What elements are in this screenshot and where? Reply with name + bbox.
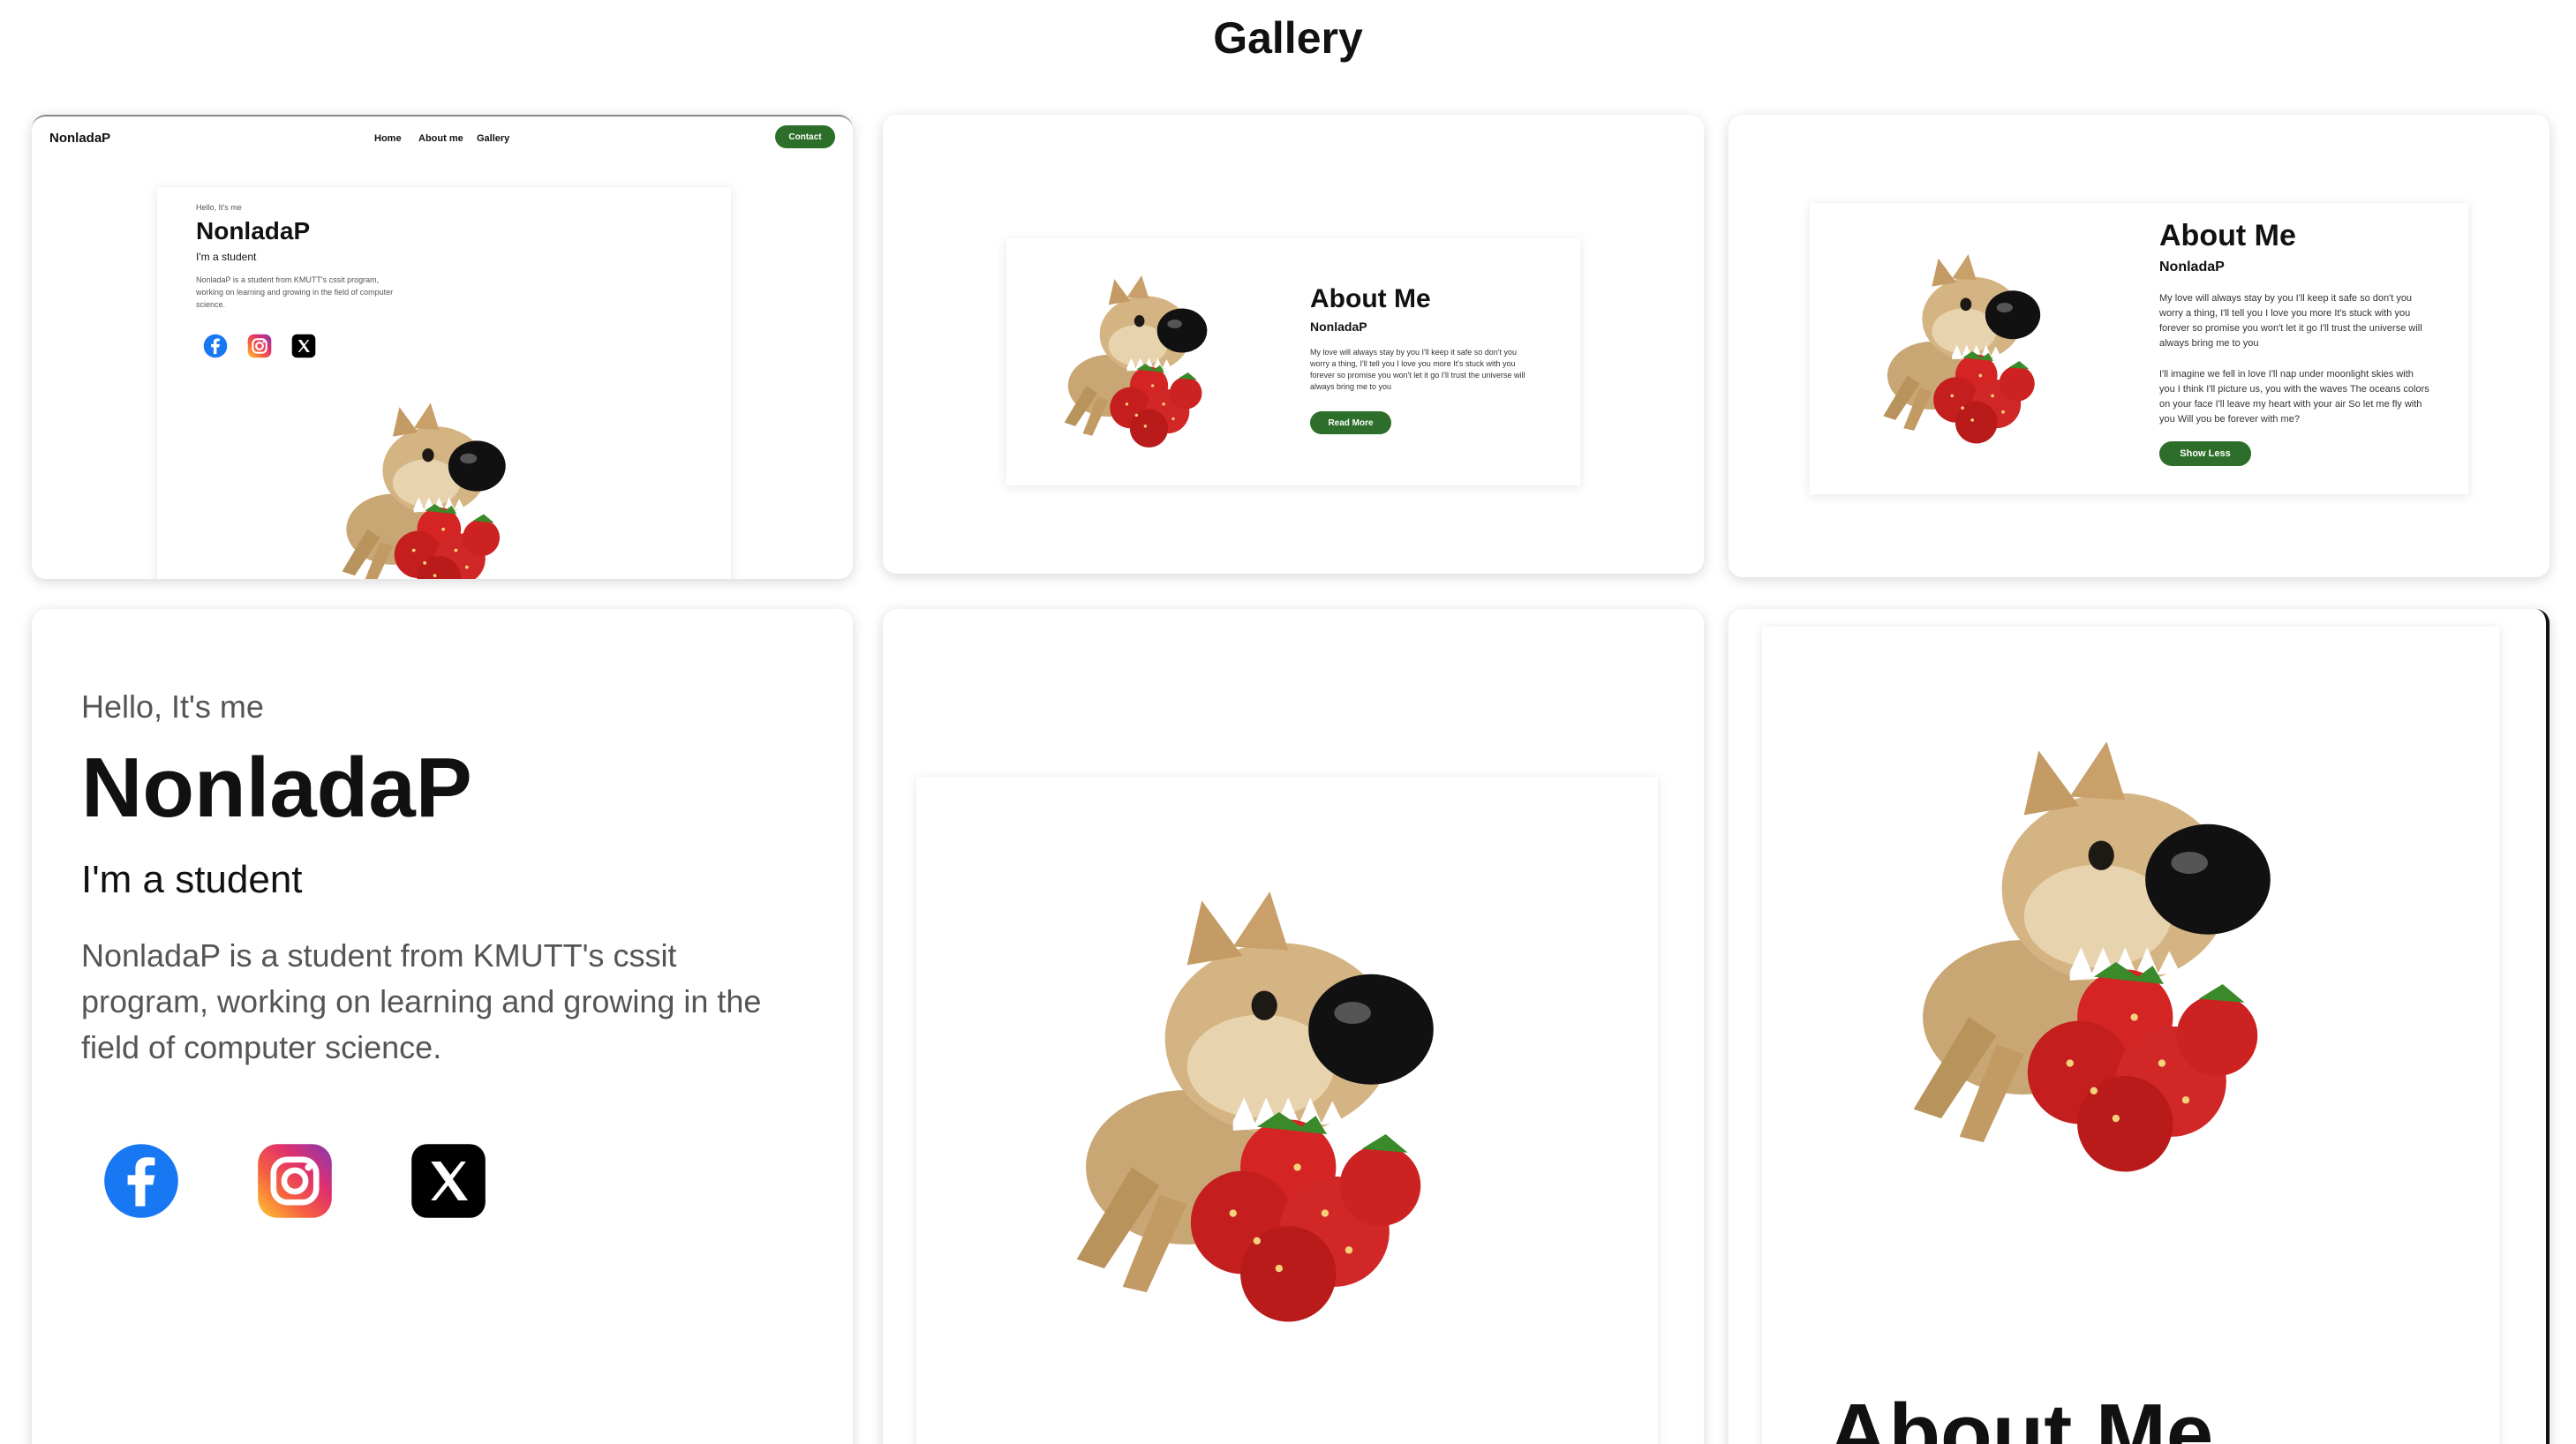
about-more-line: you I think I'll picture us, you with th…	[2159, 384, 2429, 395]
gallery-card-about-expanded[interactable]: About Me NonladaP My love will always st…	[1729, 115, 2550, 577]
bio-line: field of computer science.	[81, 1029, 442, 1065]
gallery-card-about[interactable]: About Me NonladaP My love will always st…	[883, 115, 1704, 574]
about-more-line: on your face I'll leave my heart with yo…	[2159, 399, 2422, 410]
about-zoom-preview: About Me	[1762, 627, 2499, 1444]
bio-line: NonladaP is a student from KMUTT's cssit…	[196, 275, 380, 284]
nav-gallery: Gallery	[477, 133, 510, 144]
x-icon	[411, 1144, 486, 1218]
show-less-button: Show Less	[2159, 441, 2251, 466]
hero-preview: Hello, It's me NonladaP I'm a student No…	[157, 187, 731, 579]
dog-strawberry-image	[1076, 891, 1434, 1322]
bio-line: science.	[196, 300, 226, 309]
headline: NonladaP	[196, 217, 311, 244]
dog-preview	[916, 777, 1658, 1444]
about-title: About Me	[1310, 284, 1431, 313]
facebook-icon	[104, 1144, 178, 1218]
x-icon	[291, 334, 316, 358]
about-text-line: always bring me to you	[2159, 338, 2259, 349]
role: I'm a student	[81, 858, 303, 901]
bio-line: working on learning and growing in the f…	[196, 288, 394, 297]
contact-button: Contact	[775, 125, 835, 148]
about-text-line: always bring me to you	[1310, 382, 1392, 391]
page-title: Gallery	[1213, 13, 1363, 63]
about-more-line: you Will you be forever with me?	[2159, 414, 2300, 425]
gallery-card-hero-zoom[interactable]: Hello, It's me NonladaP I'm a student No…	[32, 609, 853, 1444]
gallery-card-dog-zoom[interactable]	[883, 609, 1704, 1444]
read-more-button: Read More	[1310, 411, 1391, 434]
nav-home: Home	[374, 133, 402, 144]
facebook-icon	[203, 334, 228, 358]
about-text-line: worry a thing, I'll tell you I love you …	[1310, 359, 1516, 368]
nav-about: About me	[418, 133, 463, 144]
about-title: About Me	[1827, 1387, 2214, 1444]
site-logo: NonladaP	[49, 131, 111, 146]
about-text-line: forever so promise you won't let it go I…	[1310, 371, 1525, 380]
dog-strawberry-image	[1883, 254, 2041, 444]
about-name: NonladaP	[2159, 259, 2225, 275]
bio-line: program, working on learning and growing…	[81, 983, 762, 1019]
greeting: Hello, It's me	[81, 688, 264, 725]
about-title: About Me	[2159, 219, 2296, 252]
dog-strawberry-image	[1064, 275, 1208, 447]
headline: NonladaP	[81, 741, 472, 835]
gallery-card-home[interactable]: NonladaP Home About me Gallery Contact H…	[32, 115, 853, 579]
about-more-line: I'll imagine we fell in love I'll nap un…	[2159, 369, 2414, 380]
about-text-line: worry a thing, I'll tell you I love you …	[2159, 308, 2411, 319]
bio-line: NonladaP is a student from KMUTT's cssit	[81, 937, 677, 974]
instagram-icon	[247, 334, 272, 358]
greeting: Hello, It's me	[196, 203, 242, 212]
instagram-icon	[258, 1144, 332, 1218]
gallery-card-about-zoom[interactable]: About Me	[1729, 609, 2550, 1444]
about-text-line: forever so promise you won't let it go I…	[2159, 323, 2422, 334]
about-text-line: My love will always stay by you I'll kee…	[1310, 348, 1518, 357]
role: I'm a student	[196, 251, 257, 263]
dog-strawberry-image	[342, 402, 506, 579]
about-expanded-preview: About Me NonladaP My love will always st…	[1810, 203, 2468, 494]
about-name: NonladaP	[1310, 320, 1367, 334]
dog-strawberry-image	[1913, 741, 2271, 1172]
about-text-line: My love will always stay by you I'll kee…	[2159, 293, 2413, 304]
about-preview: About Me NonladaP My love will always st…	[1006, 238, 1580, 485]
